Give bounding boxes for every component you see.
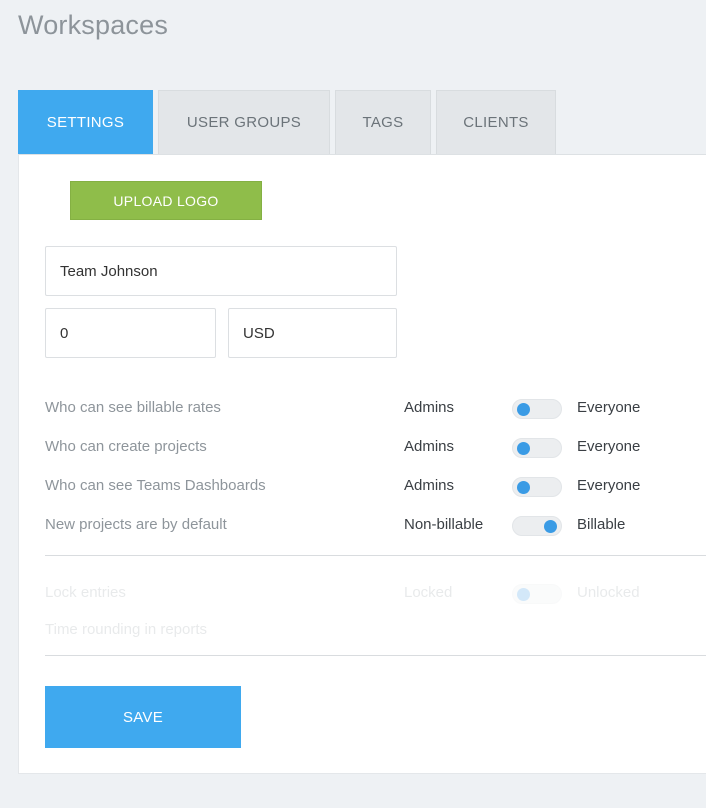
page-title: Workspaces (18, 10, 169, 40)
toggle-knob (517, 403, 530, 416)
option-everyone: Everyone (577, 438, 641, 455)
lock-entries-toggle[interactable] (512, 584, 562, 604)
toggle-knob (517, 442, 530, 455)
setting-label: Who can see billable rates (45, 399, 221, 416)
currency-input[interactable]: USD (228, 308, 397, 358)
option-everyone: Everyone (577, 477, 641, 494)
teams-dashboards-toggle[interactable] (512, 477, 562, 497)
billable-rates-toggle[interactable] (512, 399, 562, 419)
upload-logo-button[interactable]: UPLOAD LOGO (70, 181, 262, 220)
save-button[interactable]: SAVE (45, 686, 241, 748)
setting-row-time-rounding: Time rounding in reports (45, 619, 705, 643)
option-admins: Admins (404, 477, 455, 494)
setting-row-default-billable: New projects are by default Non-billable… (45, 514, 705, 538)
create-projects-toggle[interactable] (512, 438, 562, 458)
toggle-knob (517, 481, 530, 494)
divider (45, 655, 706, 656)
option-billable: Billable (577, 516, 626, 533)
option-everyone: Everyone (577, 399, 641, 416)
setting-label: Who can create projects (45, 438, 207, 455)
option-unlocked: Unlocked (577, 584, 640, 601)
tab-clients[interactable]: CLIENTS (436, 90, 556, 154)
setting-label: New projects are by default (45, 516, 227, 533)
tab-tags[interactable]: TAGS (335, 90, 431, 154)
option-admins: Admins (404, 438, 455, 455)
option-non-billable: Non-billable (404, 516, 484, 533)
setting-row-lock-entries: Lock entries Locked Unlocked (45, 582, 705, 606)
toggle-knob (517, 588, 530, 601)
divider (45, 555, 706, 556)
setting-row-create-projects: Who can create projects Admins Everyone (45, 436, 705, 460)
option-locked: Locked (404, 584, 453, 601)
setting-label: Lock entries (45, 584, 126, 601)
tab-bar: SETTINGS USER GROUPS TAGS CLIENTS (18, 90, 561, 154)
workspace-name-input[interactable]: Team Johnson (45, 246, 397, 296)
setting-row-billable-rates: Who can see billable rates Admins Everyo… (45, 397, 705, 421)
setting-label: Time rounding in reports (45, 621, 208, 638)
default-rate-input[interactable]: 0 (45, 308, 216, 358)
default-billable-toggle[interactable] (512, 516, 562, 536)
tab-settings[interactable]: SETTINGS (18, 90, 153, 154)
toggle-knob (544, 520, 557, 533)
option-admins: Admins (404, 399, 455, 416)
setting-label: Who can see Teams Dashboards (45, 477, 266, 494)
setting-row-teams-dashboards: Who can see Teams Dashboards Admins Ever… (45, 475, 705, 499)
tab-user-groups[interactable]: USER GROUPS (158, 90, 330, 154)
settings-panel: UPLOAD LOGO Team Johnson 0 USD Who can s… (18, 154, 706, 774)
